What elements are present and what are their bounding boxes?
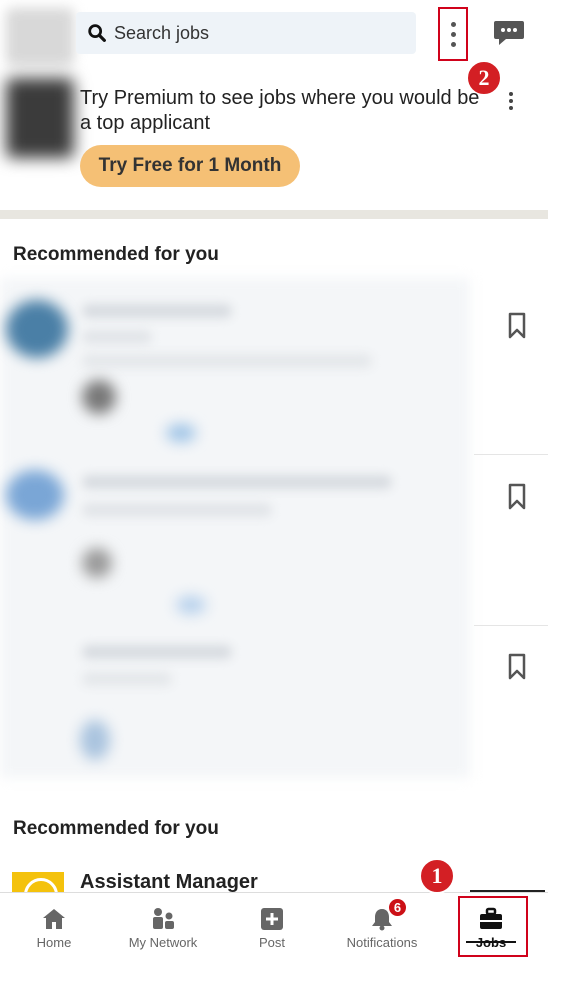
messaging-icon[interactable]	[492, 18, 526, 48]
profile-image-blurred	[6, 78, 74, 158]
search-bar[interactable]: Search jobs	[76, 12, 416, 54]
nav-home-label: Home	[36, 935, 72, 950]
nav-home[interactable]: Home	[9, 893, 99, 953]
more-options-button[interactable]	[438, 7, 468, 61]
nav-my-network-label: My Network	[128, 935, 198, 950]
section-title-recommended: Recommended for you	[13, 244, 219, 265]
nav-notifications-label: Notifications	[346, 935, 418, 950]
more-options-icon	[450, 21, 456, 47]
nav-notifications[interactable]: Notifications	[337, 893, 427, 953]
nav-my-network[interactable]: My Network	[118, 893, 208, 953]
section-divider	[0, 210, 548, 219]
nav-post-label: Post	[258, 935, 285, 950]
search-icon	[88, 24, 106, 42]
bookmark-icon[interactable]	[507, 653, 527, 681]
network-icon	[153, 908, 174, 929]
company-logo	[12, 872, 64, 894]
jobs-highlight-box	[458, 896, 528, 957]
search-placeholder: Search jobs	[114, 22, 210, 43]
notification-count-badge: 6	[387, 897, 408, 918]
home-icon	[43, 909, 65, 929]
post-icon	[261, 908, 283, 930]
promo-more-button[interactable]	[508, 92, 514, 110]
job-title[interactable]: Assistant Manager	[80, 871, 258, 894]
premium-promo-text: Try Premium to see jobs where you would …	[80, 87, 480, 134]
bookmark-icon[interactable]	[507, 483, 527, 511]
section-title-recommended-2: Recommended for you	[13, 818, 219, 839]
card-divider	[474, 625, 548, 626]
try-premium-button[interactable]: Try Free for 1 Month	[80, 145, 300, 187]
promo-more-icon	[508, 92, 514, 110]
profile-avatar[interactable]	[6, 8, 74, 66]
annotation-badge-1: 1	[419, 858, 455, 894]
bookmark-icon[interactable]	[507, 312, 527, 340]
nav-post[interactable]: Post	[227, 893, 317, 953]
card-divider	[474, 454, 548, 455]
